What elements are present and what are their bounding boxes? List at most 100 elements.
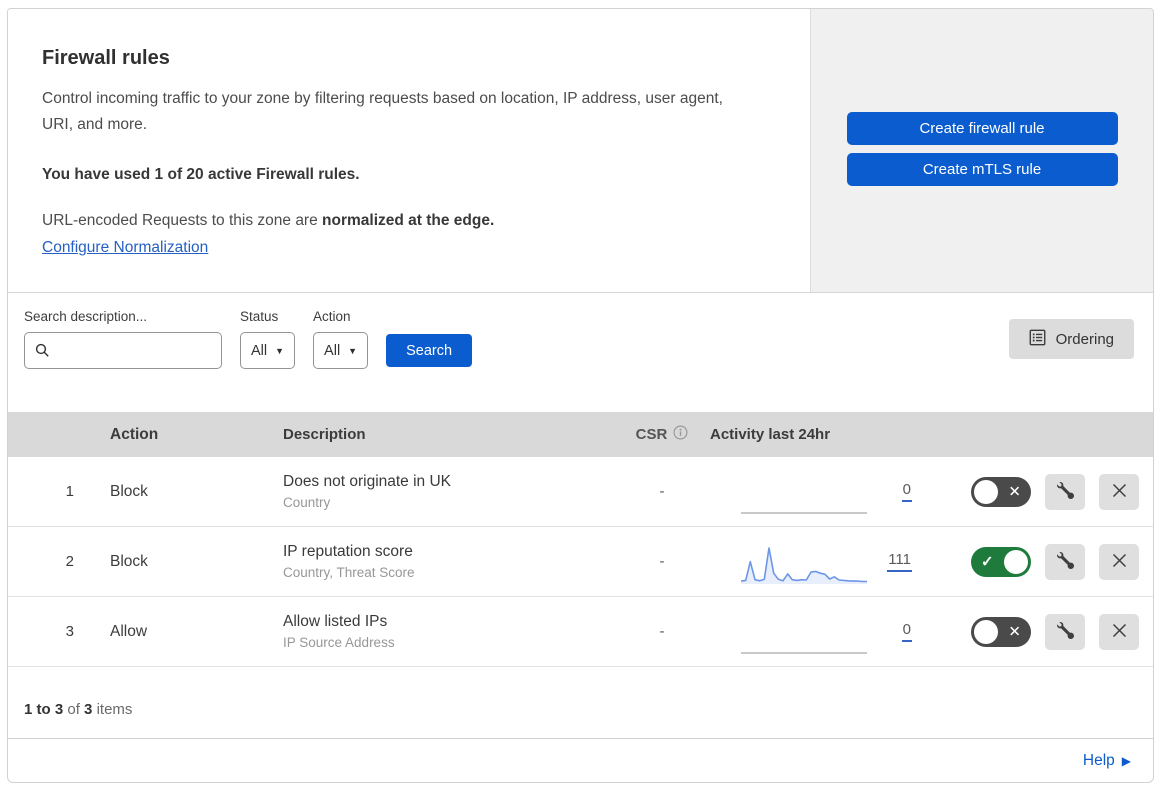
csr-header-label: CSR <box>635 426 668 443</box>
rule-action: Block <box>110 552 148 570</box>
wrench-icon <box>1056 551 1074 572</box>
configure-normalization-link[interactable]: Configure Normalization <box>42 239 208 257</box>
list-icon <box>1029 329 1046 350</box>
firewall-rules-card: Firewall rules Control incoming traffic … <box>7 8 1154 783</box>
items-of: of <box>67 701 80 718</box>
rule-priority: 3 <box>65 623 74 640</box>
rule-controls: ✓ ✕ <box>918 543 1153 580</box>
col-activity-header: Activity last 24hr <box>710 426 831 443</box>
edit-rule-button[interactable] <box>1045 613 1085 650</box>
activity-count-link[interactable]: 0 <box>901 621 912 642</box>
items-total: 3 <box>84 701 93 718</box>
activity-sparkline <box>741 542 867 586</box>
page-description: Control incoming traffic to your zone by… <box>42 90 723 133</box>
enable-toggle[interactable]: ✓ ✕ <box>971 546 1031 577</box>
search-group: Search description... <box>24 309 222 369</box>
delete-rule-button[interactable] <box>1099 473 1139 510</box>
x-icon: ✕ <box>1008 483 1021 500</box>
rule-description-cell: IP reputation score Country, Threat Scor… <box>268 543 598 580</box>
edit-rule-button[interactable] <box>1045 473 1085 510</box>
chevron-down-icon: ▼ <box>275 345 285 356</box>
rule-expression: Country <box>283 495 331 510</box>
normalization-bold: normalized at the edge. <box>322 212 495 230</box>
table-row: 2 Block IP reputation score Country, Thr… <box>8 527 1153 597</box>
items-word: items <box>96 701 133 718</box>
actions-panel: Create firewall rule Create mTLS rule <box>810 9 1153 292</box>
ordering-button[interactable]: Ordering <box>1008 319 1134 359</box>
create-firewall-rule-button[interactable]: Create firewall rule <box>846 112 1118 145</box>
rule-priority: 1 <box>65 483 74 500</box>
delete-rule-button[interactable] <box>1099 543 1139 580</box>
rule-controls: ✓ ✕ <box>918 613 1153 650</box>
info-icon[interactable] <box>673 425 688 444</box>
table-row: 3 Allow Allow listed IPs IP Source Addre… <box>8 597 1153 667</box>
search-input[interactable] <box>24 332 222 369</box>
enable-toggle[interactable]: ✓ ✕ <box>971 616 1031 647</box>
filter-bar: Search description... Status All ▼ Actio… <box>8 293 1153 412</box>
create-mtls-rule-button[interactable]: Create mTLS rule <box>846 153 1118 186</box>
help-bar: Help ▶ <box>8 738 1153 782</box>
rule-description-cell: Allow listed IPs IP Source Address <box>268 613 598 650</box>
usage-notice: You have used 1 of 20 active Firewall ru… <box>42 166 360 184</box>
toggle-knob <box>974 479 998 504</box>
wrench-icon <box>1056 621 1074 642</box>
rule-description-cell: Does not originate in UK Country <box>268 473 598 510</box>
normalization-prefix: URL-encoded Requests to this zone are <box>42 212 323 230</box>
flat-activity-line <box>741 511 867 514</box>
check-icon: ✓ <box>981 553 994 570</box>
rule-priority: 2 <box>65 553 74 570</box>
search-label: Search description... <box>24 309 148 324</box>
rule-csr: - <box>659 623 665 640</box>
enable-toggle[interactable]: ✓ ✕ <box>971 476 1031 507</box>
rule-controls: ✓ ✕ <box>918 473 1153 510</box>
rule-activity-cell: 0 <box>698 608 918 656</box>
page-title: Firewall rules <box>42 47 170 69</box>
arrow-right-icon: ▶ <box>1121 753 1131 768</box>
rule-expression: Country, Threat Score <box>283 565 415 580</box>
col-description-header: Description <box>283 426 366 443</box>
table-footer: 1 to 3 of 3 items <box>8 667 1153 738</box>
activity-count-link[interactable]: 0 <box>901 481 912 502</box>
rule-expression: IP Source Address <box>283 635 395 650</box>
rule-activity-cell: 111 <box>698 538 918 586</box>
help-link[interactable]: Help ▶ <box>1083 752 1131 770</box>
header-section: Firewall rules Control incoming traffic … <box>8 9 1153 293</box>
activity-sparkline <box>741 472 867 516</box>
rule-activity-cell: 0 <box>698 468 918 516</box>
rule-action: Allow <box>110 622 148 640</box>
rule-csr: - <box>659 553 665 570</box>
rule-description: Does not originate in UK <box>283 473 452 490</box>
activity-count-link[interactable]: 111 <box>887 551 912 572</box>
items-range: 1 to 3 <box>24 701 64 718</box>
help-label: Help <box>1082 751 1115 769</box>
normalization-notice: URL-encoded Requests to this zone are no… <box>42 212 780 230</box>
edit-rule-button[interactable] <box>1045 543 1085 580</box>
status-select[interactable]: All ▼ <box>240 332 296 369</box>
ordering-button-label: Ordering <box>1055 330 1114 348</box>
table-header: Action Description CSR Activity last 24h… <box>8 412 1153 457</box>
status-select-value: All <box>251 342 268 359</box>
col-csr-header: CSR <box>598 425 698 444</box>
toggle-knob <box>1004 549 1028 574</box>
action-filter-group: Action All ▼ <box>313 309 369 369</box>
status-label: Status <box>240 309 279 324</box>
action-select[interactable]: All ▼ <box>313 332 369 369</box>
search-icon <box>35 343 50 363</box>
x-icon: ✕ <box>1008 623 1021 640</box>
status-filter-group: Status All ▼ <box>240 309 296 369</box>
rule-csr: - <box>659 483 665 500</box>
header-text-block: Firewall rules Control incoming traffic … <box>8 9 810 292</box>
rule-action: Block <box>110 482 148 500</box>
activity-sparkline <box>741 612 867 656</box>
table-row: 1 Block Does not originate in UK Country… <box>8 457 1153 527</box>
delete-rule-button[interactable] <box>1099 613 1139 650</box>
chevron-down-icon: ▼ <box>348 345 358 356</box>
search-box <box>24 332 222 369</box>
wrench-icon <box>1056 481 1074 502</box>
action-select-value: All <box>324 342 341 359</box>
search-button[interactable]: Search <box>386 334 473 367</box>
action-label: Action <box>313 309 351 324</box>
col-action-header: Action <box>110 425 159 443</box>
close-icon <box>1112 483 1127 501</box>
items-count: 1 to 3 of 3 items <box>24 701 132 718</box>
